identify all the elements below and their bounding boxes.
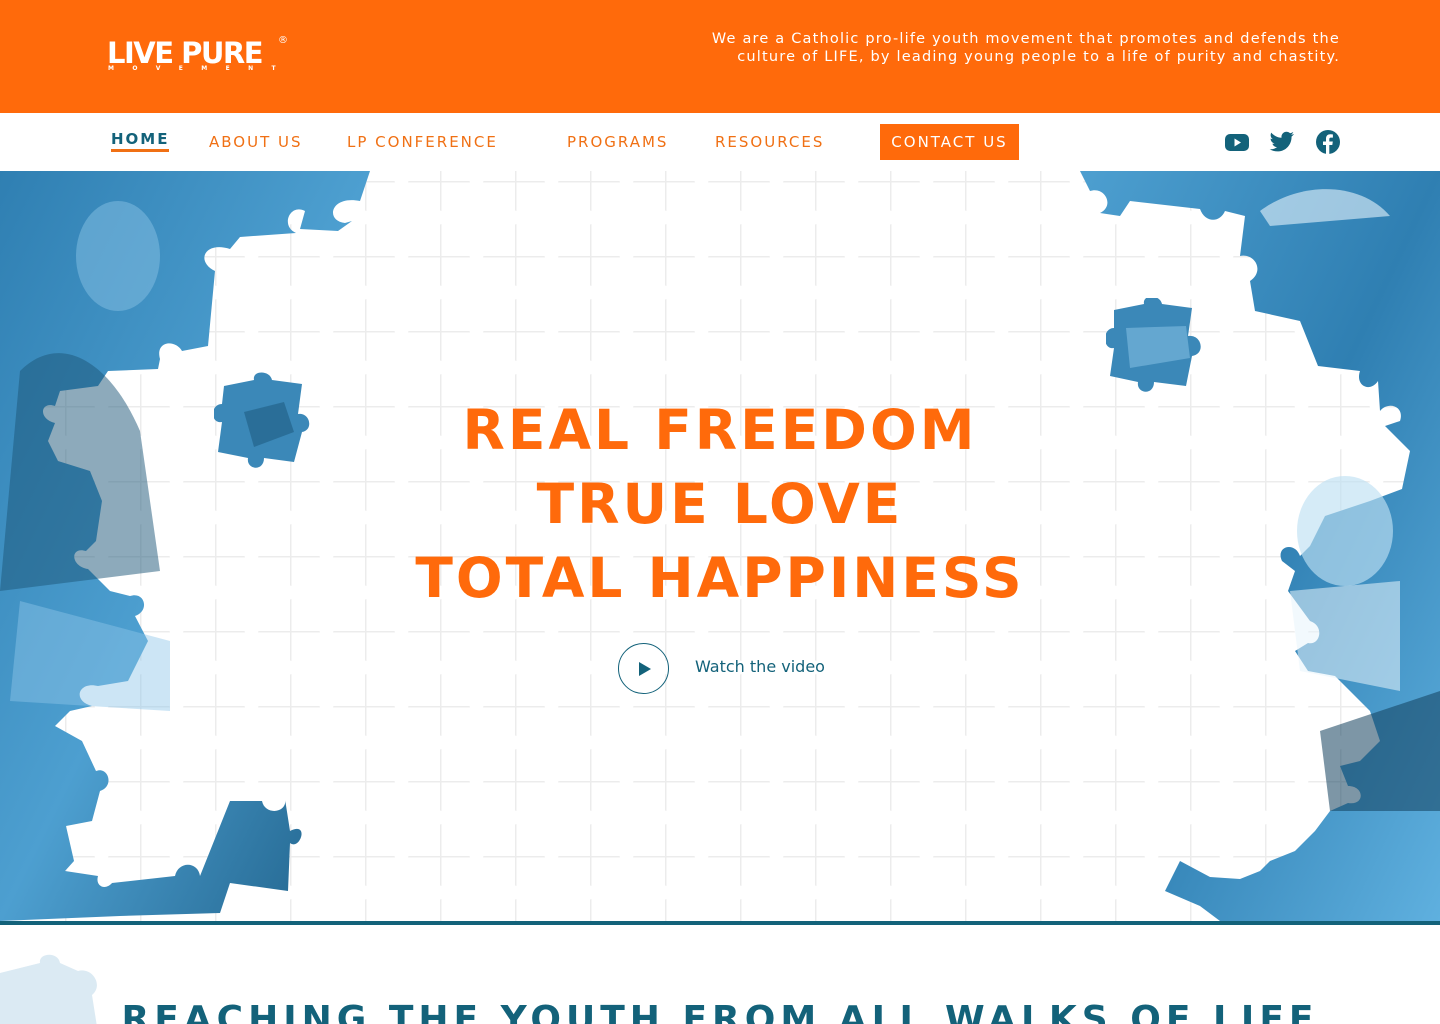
reaching-youth-section: REACHING THE YOUTH FROM ALL WALKS OF LIF… [0, 925, 1440, 1024]
nav-resources[interactable]: RESOURCES [715, 113, 824, 171]
youtube-icon[interactable] [1224, 129, 1250, 155]
nav-about-us[interactable]: ABOUT US [209, 113, 303, 171]
nav-contact-us-button[interactable]: CONTACT US [880, 124, 1019, 160]
floating-piece-right [1106, 298, 1201, 392]
facebook-icon[interactable] [1315, 129, 1341, 155]
watch-video-link[interactable]: Watch the video [695, 657, 825, 676]
hero-line-1: REAL FREEDOM [462, 398, 978, 462]
hero-line-3: TOTAL HAPPINESS [415, 546, 1025, 610]
logo-registered-mark: ® [278, 35, 288, 46]
play-video-button[interactable] [618, 643, 669, 694]
nav-lp-conference[interactable]: LP CONFERENCE [347, 113, 498, 171]
top-banner: LIVE PURE ® MOVEMENT We are a Catholic p… [0, 0, 1440, 113]
main-nav: HOME ABOUT US LP CONFERENCE PROGRAMS RES… [0, 113, 1440, 171]
twitter-icon[interactable] [1269, 129, 1295, 155]
nav-home-label: HOME [111, 130, 170, 152]
logo-subtitle: MOVEMENT [108, 65, 295, 72]
play-icon [638, 661, 651, 676]
hero-line-2: TRUE LOVE [536, 472, 904, 536]
section-title: REACHING THE YOUTH FROM ALL WALKS OF LIF… [121, 999, 1319, 1024]
nav-home[interactable]: HOME [111, 113, 170, 171]
hero-section: REAL FREEDOM TRUE LOVE TOTAL HAPPINESS W… [0, 171, 1440, 921]
live-pure-logo[interactable]: LIVE PURE ® MOVEMENT [107, 35, 295, 76]
mission-tagline: We are a Catholic pro-life youth movemen… [711, 31, 1340, 65]
hero-headline: REAL FREEDOM TRUE LOVE TOTAL HAPPINESS [0, 393, 1440, 615]
nav-programs[interactable]: PROGRAMS [567, 113, 668, 171]
